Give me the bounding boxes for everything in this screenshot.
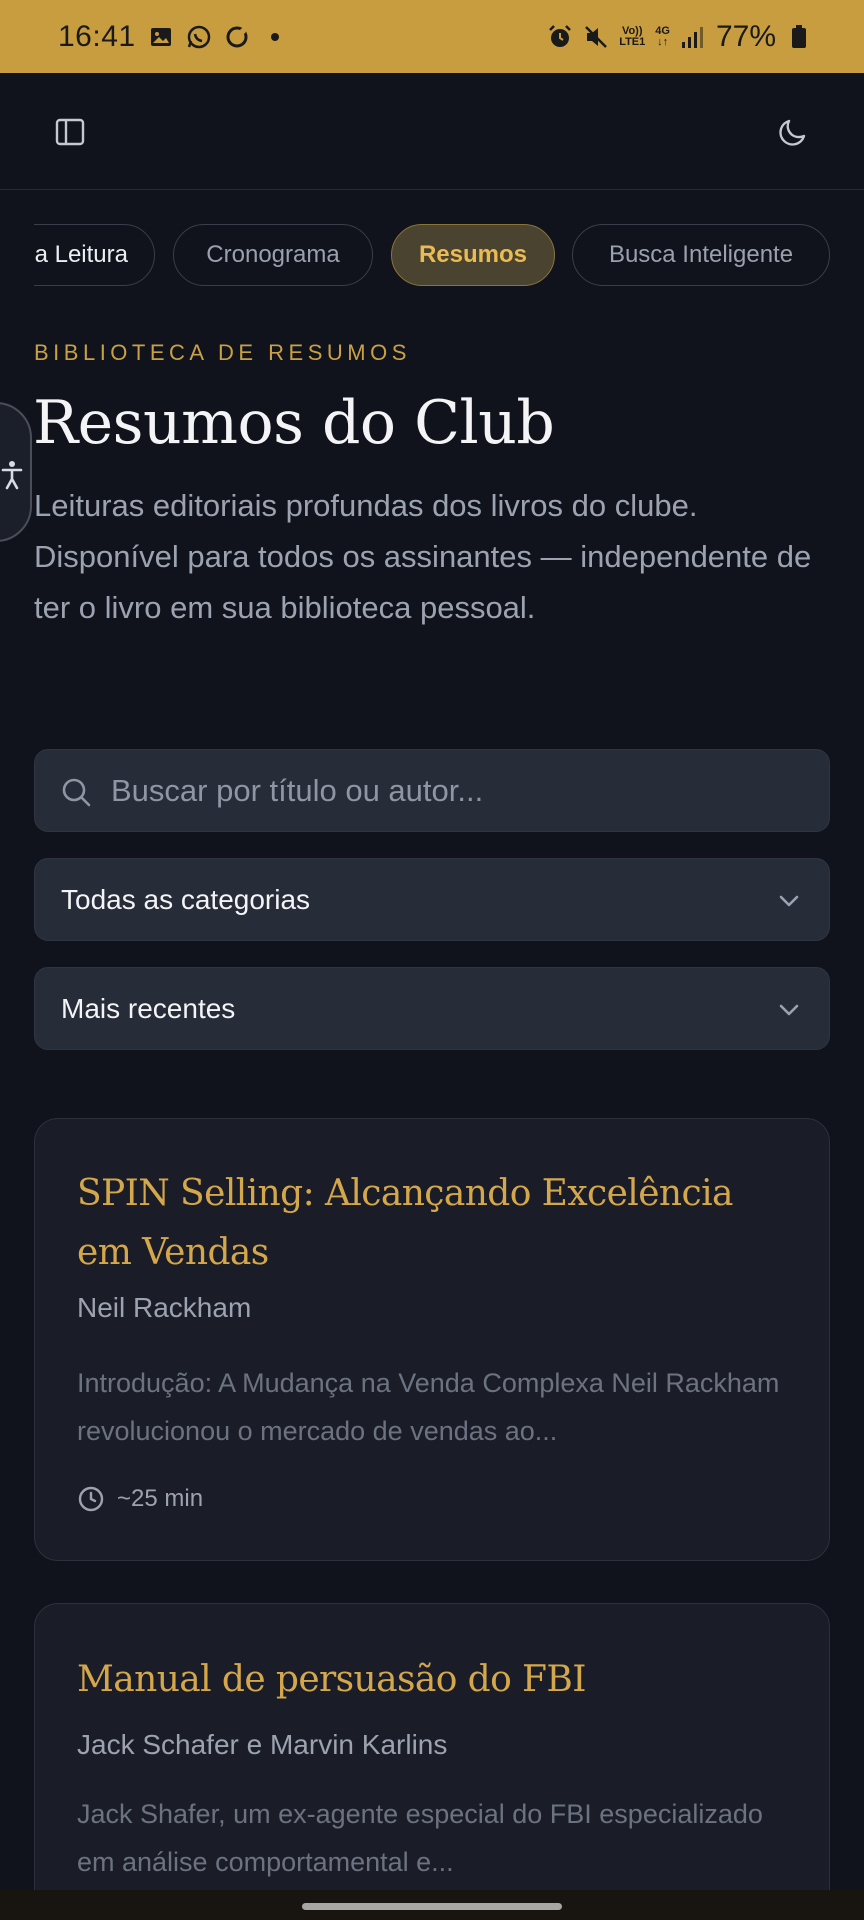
chevron-down-icon bbox=[779, 1004, 799, 1016]
card-excerpt: Introdução: A Mudança na Venda Complexa … bbox=[77, 1368, 780, 1446]
network-type: 4G bbox=[655, 24, 670, 37]
tab-label: Cronograma bbox=[206, 241, 340, 268]
battery-icon bbox=[786, 24, 812, 50]
accessibility-button[interactable] bbox=[0, 402, 32, 542]
mute-icon bbox=[583, 24, 609, 50]
status-time: 16:41 bbox=[58, 19, 136, 53]
dot-icon bbox=[262, 24, 288, 50]
card-read-time: ~25 min bbox=[77, 1485, 203, 1513]
4g-icon: 4G ↓↑ bbox=[655, 24, 670, 48]
sidebar-toggle-icon[interactable] bbox=[54, 116, 86, 148]
category-select[interactable]: Todas as categorias bbox=[34, 858, 830, 941]
status-bar: 16:41 Vo)) LTE1 4G ↓↑ 77% bbox=[0, 0, 864, 73]
page-subtitle: Leituras editoriais profundas dos livros… bbox=[34, 488, 812, 625]
read-time-value: ~25 min bbox=[117, 1485, 204, 1512]
tab-label: Resumos bbox=[418, 241, 528, 268]
home-gesture-handle[interactable] bbox=[302, 1903, 562, 1910]
image-icon bbox=[148, 24, 174, 50]
alarm-icon bbox=[547, 24, 573, 50]
category-select-value: Todas as categorias bbox=[61, 883, 311, 915]
chevron-down-icon bbox=[779, 895, 799, 907]
top-app-bar bbox=[0, 73, 864, 190]
summary-card[interactable]: SPIN Selling: Alcançando Excelência em V… bbox=[34, 1118, 830, 1561]
card-excerpt: Jack Shafer, um ex-agente especial do FB… bbox=[77, 1799, 763, 1877]
page-title: Resumos do Club bbox=[33, 388, 555, 458]
tab-label: a Leitura bbox=[34, 241, 128, 268]
tabs-scroll-edge bbox=[0, 224, 34, 286]
card-title[interactable]: SPIN Selling: Alcançando Excelência em V… bbox=[77, 1164, 777, 1282]
tab-label: Busca Inteligente bbox=[608, 241, 794, 268]
section-tabs: a Leitura Cronograma Resumos Busca Intel… bbox=[0, 224, 864, 286]
section-eyebrow: BIBLIOTECA DE RESUMOS bbox=[34, 340, 411, 365]
moon-icon[interactable] bbox=[776, 115, 810, 149]
sync-icon bbox=[224, 24, 250, 50]
whatsapp-icon bbox=[186, 24, 212, 50]
sort-select[interactable]: Mais recentes bbox=[34, 967, 830, 1050]
search-icon bbox=[62, 778, 91, 807]
tab-resumos[interactable]: Resumos bbox=[391, 224, 555, 286]
card-author: Jack Schafer e Marvin Karlins bbox=[77, 1729, 448, 1760]
card-title[interactable]: Manual de persuasão do FBI bbox=[77, 1650, 777, 1709]
tab-busca-inteligente[interactable]: Busca Inteligente bbox=[572, 224, 830, 286]
tab-cronograma[interactable]: Cronograma bbox=[173, 224, 373, 286]
clock-icon bbox=[78, 1486, 104, 1512]
signal-icon bbox=[680, 24, 706, 50]
search-box bbox=[34, 749, 830, 832]
search-input[interactable] bbox=[111, 750, 811, 831]
volte-bottom: LTE1 bbox=[619, 35, 646, 48]
accessibility-icon bbox=[1, 461, 23, 490]
volte-icon: Vo)) LTE1 bbox=[619, 24, 646, 48]
sort-select-value: Mais recentes bbox=[61, 992, 236, 1024]
battery-percent: 77% bbox=[715, 19, 776, 53]
system-nav-bar bbox=[0, 1890, 864, 1920]
summary-card[interactable]: Manual de persuasão do FBI Jack Schafer … bbox=[34, 1603, 830, 1920]
volte-top: Vo)) bbox=[621, 24, 643, 37]
card-author: Neil Rackham bbox=[77, 1292, 252, 1323]
